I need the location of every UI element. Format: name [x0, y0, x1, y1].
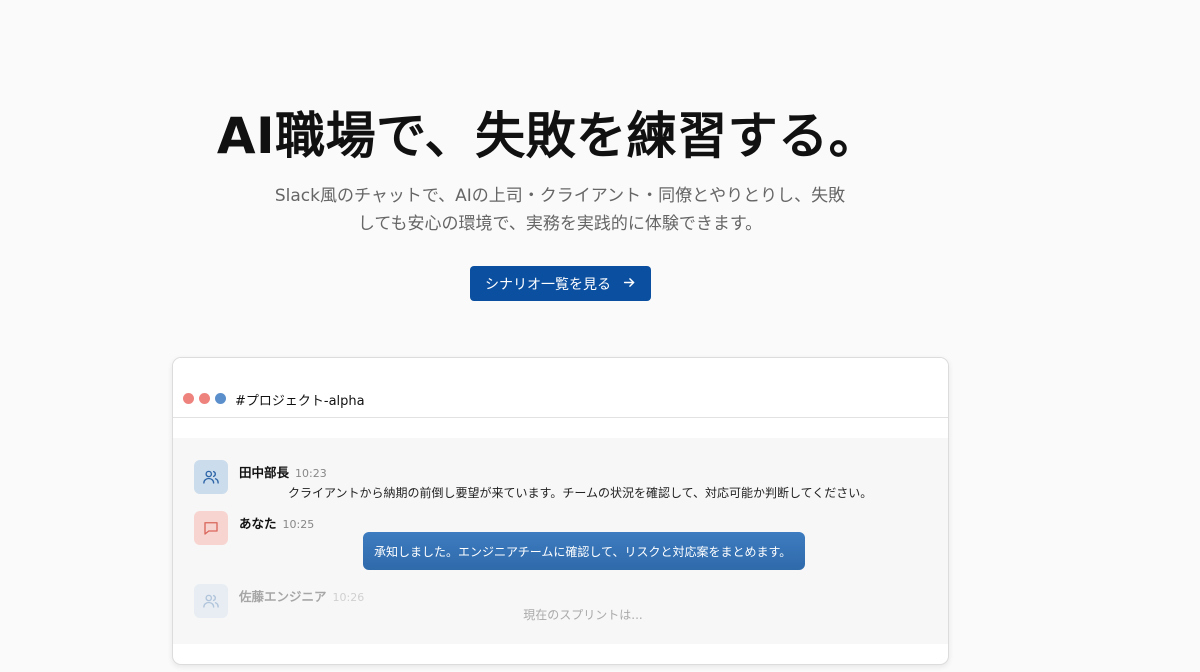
channel-name: #プロジェクト-alpha — [235, 394, 365, 409]
hero-subtitle-line2: しても安心の環境で、実務を実践的に体験できます。 — [357, 214, 763, 234]
landing-page: AI職場で、失敗を練習する。 Slack風のチャットで、AIの上司・クライアント… — [0, 0, 1200, 672]
close-dot-icon — [183, 393, 194, 404]
message-sender: 佐藤エンジニア 10:26 — [239, 586, 364, 605]
hero-title: AI職場で、失敗を練習する。 — [216, 107, 880, 165]
message-text: クライアントから納期の前倒し要望が来ています。チームの状況を確認して、対応可能か… — [288, 486, 873, 500]
window-titlebar: #プロジェクト-alpha — [173, 358, 948, 418]
sender-name: 佐藤エンジニア — [239, 589, 327, 604]
arrow-right-icon — [623, 276, 636, 292]
avatar — [194, 511, 228, 545]
message-sender: 田中部長 10:23 — [239, 462, 327, 481]
message-text: 現在のスプリントは... — [523, 608, 643, 622]
message-icon — [204, 522, 218, 535]
view-scenarios-button[interactable]: シナリオ一覧を見る — [470, 266, 651, 301]
minimize-dot-icon — [199, 393, 210, 404]
hero-subtitle: Slack風のチャットで、AIの上司・クライアント・同僚とやりとりし、失敗 して… — [260, 182, 860, 238]
chat-preview-window: #プロジェクト-alpha 田中部長 10:23 クライアントから納期の前倒し要望… — [172, 357, 949, 665]
sender-name: 田中部長 — [239, 465, 290, 480]
message-time: 10:25 — [282, 518, 315, 531]
maximize-dot-icon — [215, 393, 226, 404]
chat-messages: 田中部長 10:23 クライアントから納期の前倒し要望が来ています。チームの状況を… — [173, 438, 948, 644]
own-message-bubble: 承知しました。エンジニアチームに確認して、リスクと対応案をまとめます。 — [363, 532, 805, 570]
message-time: 10:23 — [295, 467, 327, 480]
hero-subtitle-line1: Slack風のチャットで、AIの上司・クライアント・同僚とやりとりし、失敗 — [274, 186, 846, 206]
sender-name: あなた — [239, 516, 277, 531]
avatar — [194, 460, 228, 494]
users-icon — [203, 470, 219, 484]
message-time: 10:26 — [332, 591, 365, 604]
view-scenarios-label: シナリオ一覧を見る — [485, 276, 611, 293]
message-sender: あなた 10:25 — [239, 513, 314, 532]
